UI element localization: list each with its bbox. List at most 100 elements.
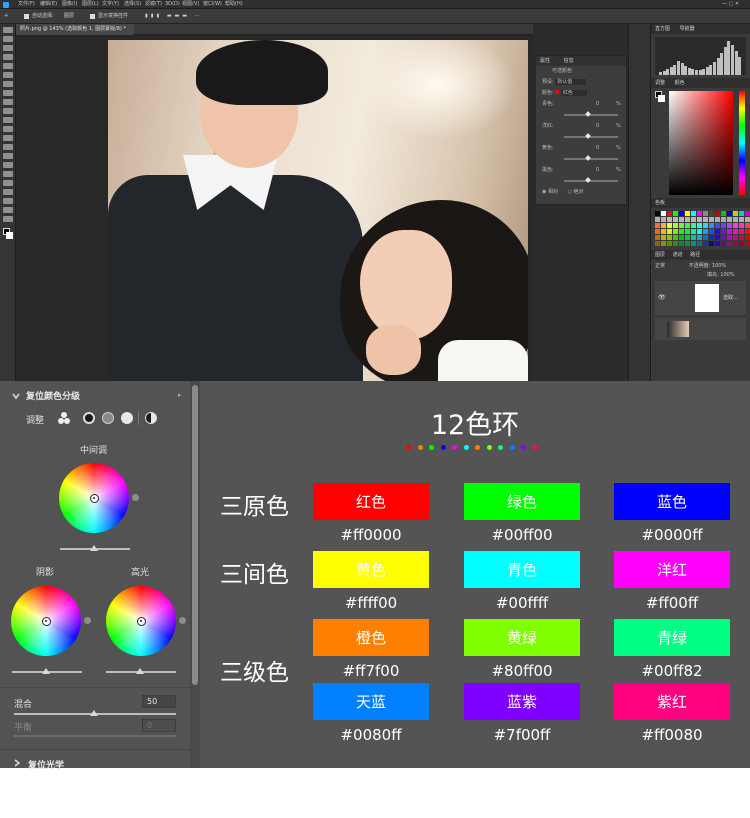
swatch[interactable] [745,241,750,246]
swatch[interactable] [691,235,696,240]
swatch[interactable] [703,217,708,222]
gradient-tool-icon[interactable] [2,135,13,141]
swatch[interactable] [709,223,714,228]
tab-info[interactable]: 信息 [564,58,574,64]
swatch[interactable] [721,235,726,240]
swatch[interactable] [745,211,750,216]
menu-filter[interactable]: 滤镜(T) [145,0,162,9]
type-tool-icon[interactable] [2,171,13,177]
layer-mode-row[interactable]: 正常 不透明度: 100% [651,260,750,271]
swatch[interactable] [655,241,660,246]
swatch[interactable] [715,223,720,228]
dodge-tool-icon[interactable] [2,153,13,159]
swatch[interactable] [661,235,666,240]
swatch[interactable] [709,241,714,246]
chevron-right-icon[interactable] [13,759,21,767]
swatch[interactable] [727,217,732,222]
swatch[interactable] [667,235,672,240]
swatch[interactable] [685,211,690,216]
layers-tabs[interactable]: 图层 通道 路径 [651,250,750,260]
swatch[interactable] [715,241,720,246]
midtones-mode-icon[interactable] [102,412,114,424]
swatch[interactable] [685,223,690,228]
swatch[interactable] [691,229,696,234]
swatch[interactable] [739,217,744,222]
balance-slider[interactable] [14,735,176,737]
color-tabs[interactable]: 调整 颜色 [651,78,750,88]
swatch[interactable] [667,211,672,216]
swatch[interactable] [697,217,702,222]
cyan-slider[interactable]: 青色: 0% [536,99,626,110]
next-section-title[interactable]: 复位光学 [28,758,64,771]
menu-view[interactable]: 视图(V) [182,0,199,9]
swatch[interactable] [727,235,732,240]
swatch[interactable] [703,211,708,216]
balance-input[interactable]: 0 [142,719,176,732]
slider-handle[interactable] [42,668,50,674]
move-tool-icon[interactable]: ✛ [4,9,8,24]
swatch[interactable] [685,241,690,246]
swatch[interactable] [697,241,702,246]
stamp-tool-icon[interactable] [2,108,13,114]
section-dots-icon[interactable]: ▸ [178,391,182,399]
swatch[interactable] [709,229,714,234]
hand-tool-icon[interactable] [2,198,13,204]
preset-row[interactable]: 预设: 默认值 [536,77,626,88]
color-picker[interactable] [655,91,746,195]
swatch[interactable] [733,211,738,216]
swatch[interactable] [739,235,744,240]
swatch[interactable] [691,217,696,222]
swatch[interactable] [703,229,708,234]
swatch[interactable] [655,235,660,240]
bg-color-chip[interactable] [658,95,665,102]
swatch[interactable] [727,223,732,228]
swatch[interactable] [709,211,714,216]
swatch[interactable] [685,235,690,240]
swatch[interactable] [691,241,696,246]
menu-file[interactable]: 文件(F) [18,0,35,9]
zoom-tool-icon[interactable] [2,207,13,213]
highlights-mode-icon[interactable] [121,412,133,424]
swatch[interactable] [685,217,690,222]
shadows-mode-icon[interactable] [83,412,95,424]
swatch[interactable] [739,241,744,246]
global-mode-icon[interactable] [145,412,157,424]
menu-edit[interactable]: 编辑(E) [40,0,57,9]
swatch[interactable] [679,217,684,222]
swatch[interactable] [679,211,684,216]
swatch[interactable] [679,229,684,234]
swatch[interactable] [679,241,684,246]
swatch[interactable] [739,211,744,216]
eye-icon[interactable]: 👁 [658,294,666,301]
colors-row[interactable]: 颜色: 红色 [536,88,626,99]
shape-tool-icon[interactable] [2,189,13,195]
tab-properties[interactable]: 属性 [540,58,550,64]
swatch[interactable] [739,229,744,234]
magenta-slider[interactable]: 洋红: 0% [536,121,626,132]
menu-image[interactable]: 图像(I) [62,0,77,9]
swatch[interactable] [709,217,714,222]
path-select-tool-icon[interactable] [2,180,13,186]
swatch[interactable] [721,241,726,246]
menu-select[interactable]: 选择(S) [124,0,141,9]
swatch[interactable] [661,229,666,234]
swatch[interactable] [685,229,690,234]
swatch[interactable] [745,235,750,240]
highlights-color-wheel[interactable] [106,586,176,656]
swatches-grid[interactable] [655,211,750,246]
swatch[interactable] [697,211,702,216]
background-color-swatch[interactable] [6,232,13,239]
saturation-field[interactable] [669,91,733,195]
align-icons[interactable]: ▮▮▮ ▬▬▬ ⋯ [145,9,203,24]
section-title[interactable]: 复位颜色分级 [26,389,80,402]
swatch[interactable] [697,223,702,228]
canvas-area[interactable] [16,35,533,381]
blend-input[interactable]: 50 [142,695,176,708]
swatch[interactable] [655,229,660,234]
histogram-tabs[interactable]: 直方图 导航器 [651,24,750,34]
swatch[interactable] [655,211,660,216]
shadows-color-wheel[interactable] [11,586,81,656]
swatch[interactable] [733,223,738,228]
menu-type[interactable]: 文字(Y) [102,0,119,9]
swatch[interactable] [745,229,750,234]
